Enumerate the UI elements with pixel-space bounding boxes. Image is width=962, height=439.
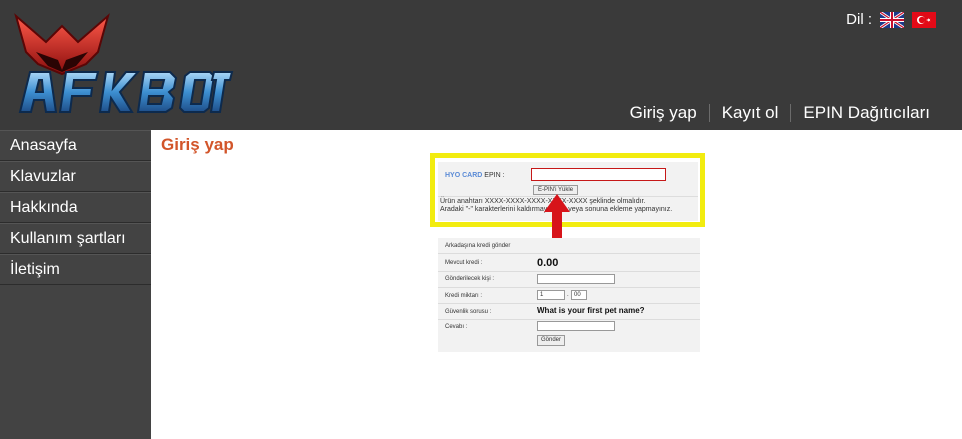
divider (438, 303, 700, 304)
answer-label: Cevabı : (445, 324, 468, 330)
nav-epin-distributors-link[interactable]: EPIN Dağıtıcıları (791, 101, 942, 125)
send-credit-panel: Arkadaşına kredi gönder Mevcut kredi : 0… (438, 238, 700, 352)
send-credit-header: Arkadaşına kredi gönder (445, 243, 511, 249)
top-navigation: Giriş yap Kayıt ol EPIN Dağıtıcıları (618, 101, 942, 125)
amount-label: Kredi miktarı : (445, 293, 483, 299)
sidebar: Anasayfa Klavuzlar Hakkında Kullanım şar… (0, 130, 151, 439)
security-question-value: What is your first pet name? (537, 306, 645, 315)
afkbot-logo[interactable] (6, 8, 234, 120)
answer-input[interactable] (537, 321, 615, 331)
divider (438, 253, 700, 254)
divider (438, 271, 700, 272)
sidebar-item-about[interactable]: Hakkında (0, 192, 151, 223)
nav-login-link[interactable]: Giriş yap (618, 101, 709, 125)
recipient-label: Gönderilecek kişi : (445, 276, 495, 282)
security-question-label: Güvenlik sorusu : (445, 309, 492, 315)
sidebar-item-home[interactable]: Anasayfa (0, 130, 151, 161)
balance-label: Mevcut kredi : (445, 260, 483, 266)
send-button[interactable]: Gönder (537, 335, 566, 346)
page-title: Giriş yap (161, 135, 234, 154)
language-label: Dil : (846, 11, 872, 28)
sidebar-item-terms[interactable]: Kullanım şartları (0, 223, 151, 254)
nav-register-link[interactable]: Kayıt ol (710, 101, 791, 125)
language-selector: Dil : (846, 10, 936, 29)
uk-flag-icon[interactable] (879, 10, 905, 29)
balance-value: 0.00 (537, 257, 559, 269)
red-arrow-icon (544, 194, 570, 242)
divider (438, 319, 700, 320)
decimal-separator: . (567, 292, 569, 298)
divider (438, 287, 700, 288)
sidebar-item-contact[interactable]: İletişim (0, 254, 151, 285)
recipient-input[interactable] (537, 274, 615, 284)
header: Dil : Giriş yap Kayıt ol EPIN Dağıtıcıla… (0, 0, 962, 130)
sidebar-item-guides[interactable]: Klavuzlar (0, 161, 151, 192)
amount-integer-input[interactable]: 1 (537, 290, 565, 300)
turkey-flag-icon[interactable] (912, 11, 936, 28)
amount-decimal-input[interactable]: 00 (571, 290, 587, 300)
